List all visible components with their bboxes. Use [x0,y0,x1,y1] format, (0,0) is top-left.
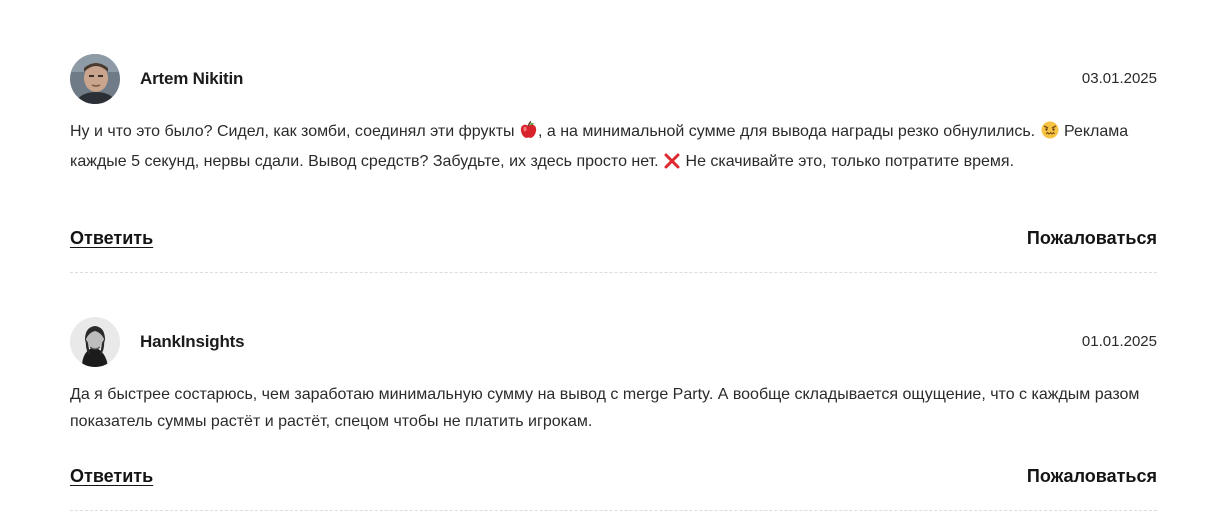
report-link[interactable]: Пожаловаться [1027,466,1157,487]
comment-text: Ну и что это было? Сидел, как зомби, сое… [70,118,1157,178]
author-name: Artem Nikitin [140,69,244,88]
avatar[interactable] [70,54,120,104]
comment-text-part: , а на минимальной сумме для вывода нагр… [537,123,1040,140]
author-name: HankInsights [140,332,245,351]
apple-emoji-icon [520,120,537,148]
user-photo-icon [70,54,120,104]
comment-actions: Ответить Пожаловаться [70,228,1157,249]
reply-link[interactable]: Ответить [70,466,153,487]
angry-face-emoji-icon [1041,121,1059,148]
comment: HankInsights 01.01.2025 Да я быстрее сос… [70,317,1157,511]
cross-mark-emoji-icon [664,151,680,178]
comment-actions: Ответить Пожаловаться [70,466,1157,487]
comment-text-part: Не скачивайте это, только потратите врем… [681,153,1015,170]
comment-text: Да я быстрее состарюсь, чем заработаю ми… [70,386,1140,430]
comment: Artem Nikitin 03.01.2025 Ну и что это бы… [70,0,1157,273]
comments-list: Artem Nikitin 03.01.2025 Ну и что это бы… [70,0,1157,273]
report-link[interactable]: Пожаловаться [1027,228,1157,249]
reply-link[interactable]: Ответить [70,228,153,249]
comment-header: Artem Nikitin 03.01.2025 [70,54,1157,104]
comment-date: 01.01.2025 [1081,333,1157,350]
avatar[interactable] [70,317,120,367]
comment-text-part: Ну и что это было? Сидел, как зомби, сое… [70,123,519,140]
comment-date: 03.01.2025 [1081,70,1157,87]
user-photo-icon [70,317,120,367]
comment-header: HankInsights 01.01.2025 [70,317,1157,367]
